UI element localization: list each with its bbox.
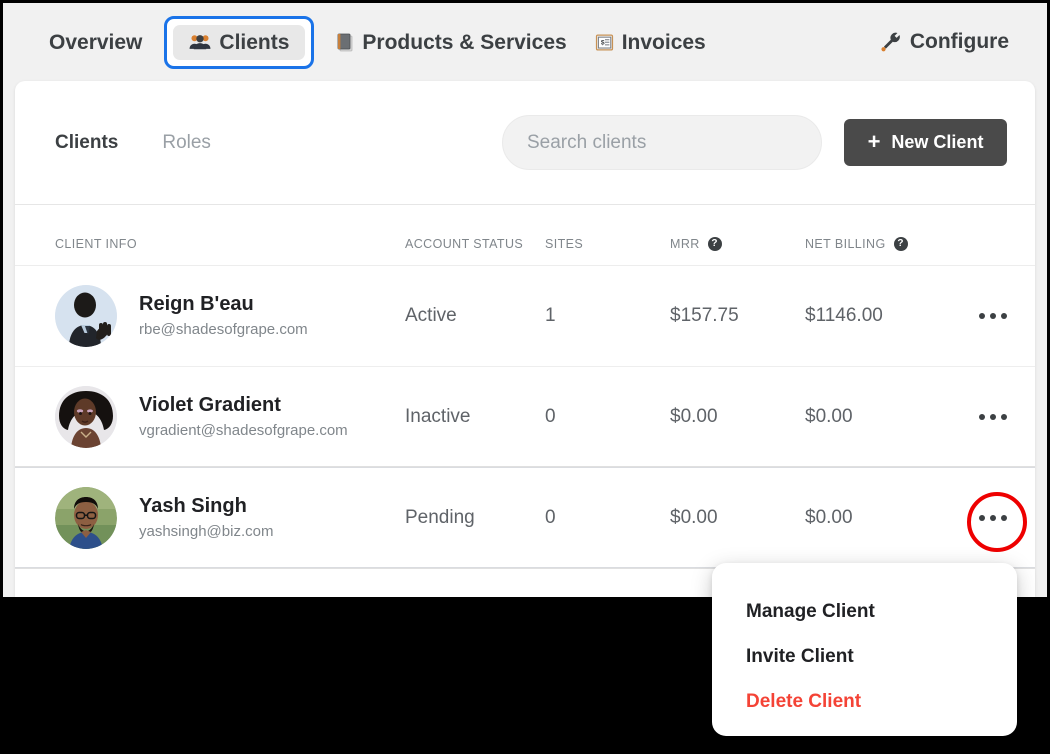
mrr-value: $0.00 [670, 406, 718, 427]
nav-tab-clients[interactable]: Clients [173, 24, 306, 60]
row-actions-menu-button[interactable] [970, 394, 1016, 440]
dot [990, 514, 996, 521]
search-clients-box[interactable] [502, 115, 822, 170]
client-text: Violet Gradient vgradient@shadesofgrape.… [139, 395, 348, 439]
dot [990, 313, 996, 319]
dot [979, 313, 985, 319]
account-status-value: Inactive [405, 406, 471, 427]
invoices-icon: $ [595, 33, 614, 52]
column-header-mrr-label: MRR [670, 237, 700, 251]
mrr-value: $157.75 [670, 305, 739, 326]
new-client-label: New Client [891, 132, 984, 152]
nav-tab-overview-label: Overview [49, 30, 143, 54]
net-billing-value: $0.00 [805, 506, 853, 528]
account-status-value: Pending [405, 506, 475, 528]
card-subtabs: Clients Roles [55, 133, 211, 152]
column-header-sites-label: SITES [545, 237, 584, 251]
configure-label: Configure [909, 30, 1009, 53]
client-text: Reign B'eau rbe@shadesofgrape.com [139, 294, 308, 338]
column-header-client-info-label: CLIENT INFO [55, 237, 137, 251]
column-header-client-info: CLIENT INFO [55, 237, 405, 251]
dot [1001, 514, 1007, 521]
mrr-help-icon[interactable]: ? [707, 237, 722, 251]
avatar [55, 486, 117, 549]
search-input[interactable] [527, 131, 797, 154]
column-header-net-billing: NET BILLING ? [805, 237, 970, 251]
nav-tab-invoices-label: Invoices [621, 30, 706, 54]
app-shell: Overview Clients Products & Services $ I… [3, 3, 1047, 597]
row-actions [970, 293, 1016, 339]
menu-item-invite-client[interactable]: Invite Client [712, 634, 1017, 679]
nav-tab-clients-label: Clients [219, 30, 290, 54]
configure-button[interactable]: Configure [880, 30, 1017, 54]
column-header-net-billing-label: NET BILLING [805, 237, 886, 251]
svg-text:$: $ [601, 39, 605, 46]
client-info-cell: Reign B'eau rbe@shadesofgrape.com [55, 285, 405, 347]
top-navigation-bar: Overview Clients Products & Services $ I… [3, 3, 1047, 81]
row-actions-menu-button[interactable] [967, 491, 1027, 552]
client-info-cell: Violet Gradient vgradient@shadesofgrape.… [55, 386, 405, 448]
clients-table: CLIENT INFO ACCOUNT STATUS SITES MRR ? N… [15, 205, 1035, 568]
client-name: Yash Singh [139, 494, 247, 517]
row-context-menu: Manage Client Invite Client Delete Clien… [712, 563, 1017, 736]
dot [979, 414, 985, 420]
wrench-icon [880, 32, 901, 53]
avatar [55, 386, 117, 448]
nav-tab-products-services[interactable]: Products & Services [322, 24, 580, 61]
row-actions [970, 394, 1016, 440]
net-billing-value: $1146.00 [805, 305, 883, 326]
row-actions-menu-button[interactable] [970, 293, 1016, 339]
table-header-row: CLIENT INFO ACCOUNT STATUS SITES MRR ? N… [15, 205, 1035, 265]
menu-item-delete-client[interactable]: Delete Client [712, 679, 1017, 724]
menu-item-manage-client[interactable]: Manage Client [712, 589, 1017, 634]
nav-tab-clients-focus-ring: Clients [164, 15, 315, 69]
table-row[interactable]: Reign B'eau rbe@shadesofgrape.com Active… [15, 265, 1035, 366]
subtab-roles[interactable]: Roles [162, 133, 211, 152]
net-billing-value: $0.00 [805, 406, 853, 427]
table-row[interactable]: Yash Singh yashsingh@biz.com Pending 0 $… [15, 467, 1035, 568]
client-name: Reign B'eau [139, 293, 254, 316]
nav-tab-overview[interactable]: Overview [35, 24, 156, 61]
card-toolbar: Clients Roles + New Client [15, 81, 1035, 205]
column-header-sites: SITES [545, 237, 670, 251]
client-email: rbe@shadesofgrape.com [139, 321, 308, 339]
people-icon [189, 34, 211, 50]
sites-value: 0 [545, 506, 556, 528]
plus-icon: + [867, 128, 881, 154]
new-client-button[interactable]: + New Client [844, 119, 1007, 166]
sites-value: 0 [545, 406, 556, 427]
row-actions [967, 491, 1027, 552]
column-header-account-status: ACCOUNT STATUS [405, 237, 545, 251]
client-text: Yash Singh yashsingh@biz.com [139, 494, 274, 540]
dot [990, 414, 996, 420]
client-name: Violet Gradient [139, 394, 281, 417]
table-row[interactable]: Violet Gradient vgradient@shadesofgrape.… [15, 366, 1035, 467]
subtab-clients[interactable]: Clients [55, 133, 118, 152]
client-email: vgradient@shadesofgrape.com [139, 422, 348, 440]
nav-tab-products-services-label: Products & Services [362, 30, 567, 54]
top-nav-items: Overview Clients Products & Services $ I… [33, 3, 720, 81]
nav-tab-invoices[interactable]: $ Invoices [581, 24, 720, 61]
screenshot-root: Overview Clients Products & Services $ I… [0, 0, 1050, 754]
sites-value: 1 [545, 305, 556, 326]
mrr-value: $0.00 [670, 506, 718, 528]
client-email: yashsingh@biz.com [139, 522, 274, 540]
column-header-mrr: MRR ? [670, 237, 805, 251]
products-icon [336, 32, 354, 52]
dot [1001, 414, 1007, 420]
dot [979, 514, 985, 521]
clients-card: Clients Roles + New Client CLIENT INFO [15, 81, 1035, 597]
client-info-cell: Yash Singh yashsingh@biz.com [55, 486, 405, 549]
avatar [55, 285, 117, 347]
account-status-value: Active [405, 305, 457, 326]
column-header-account-status-label: ACCOUNT STATUS [405, 237, 524, 251]
net-billing-help-icon[interactable]: ? [893, 237, 908, 251]
dot [1001, 313, 1007, 319]
